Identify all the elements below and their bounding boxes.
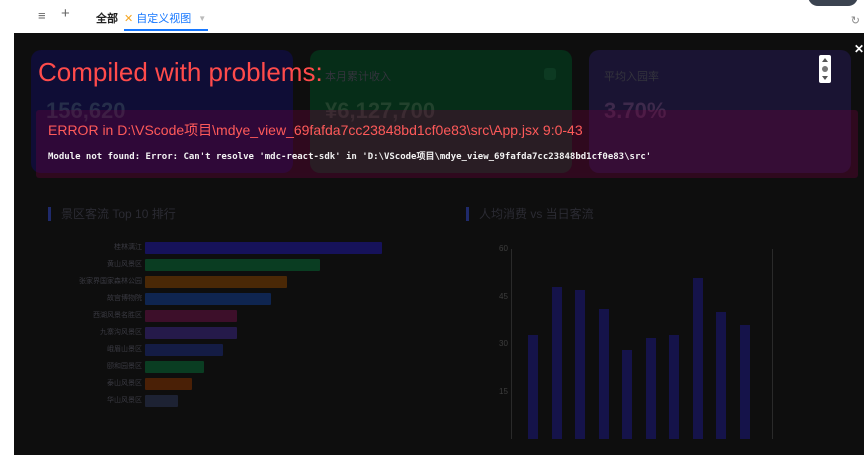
tab-all[interactable]: 全部 [96, 10, 118, 26]
tab-custom-view[interactable]: ✕ 自定义视图 ▼ [124, 10, 206, 26]
user-pill[interactable] [808, 0, 858, 6]
tab-custom-label: 自定义视图 [136, 13, 192, 25]
dot-icon [822, 66, 828, 72]
active-tab-indicator [124, 29, 208, 31]
chevron-down-icon[interactable]: ▼ [198, 14, 206, 23]
toolbar: ≡ + 全部 ✕ 自定义视图 ▼ ↻ [0, 0, 864, 34]
plus-icon[interactable]: + [61, 6, 70, 21]
hamburger-icon[interactable]: ≡ [38, 9, 46, 23]
refresh-icon[interactable]: ↻ [851, 14, 860, 27]
left-gutter [0, 33, 14, 455]
error-message: Module not found: Error: Can't resolve '… [48, 152, 652, 162]
error-location: ERROR in D:\VScode项目\mdye_view_69fafda7c… [48, 122, 583, 138]
overlay-title: Compiled with problems: [38, 57, 323, 87]
close-icon[interactable]: ✕ [854, 42, 864, 56]
arrow-down-icon [822, 76, 828, 80]
scroll-indicator[interactable] [819, 55, 831, 83]
star-icon: ✕ [124, 12, 134, 25]
error-overlay: Compiled with problems: ✕ ERROR in D:\VS… [14, 33, 864, 455]
arrow-up-icon [822, 58, 828, 62]
